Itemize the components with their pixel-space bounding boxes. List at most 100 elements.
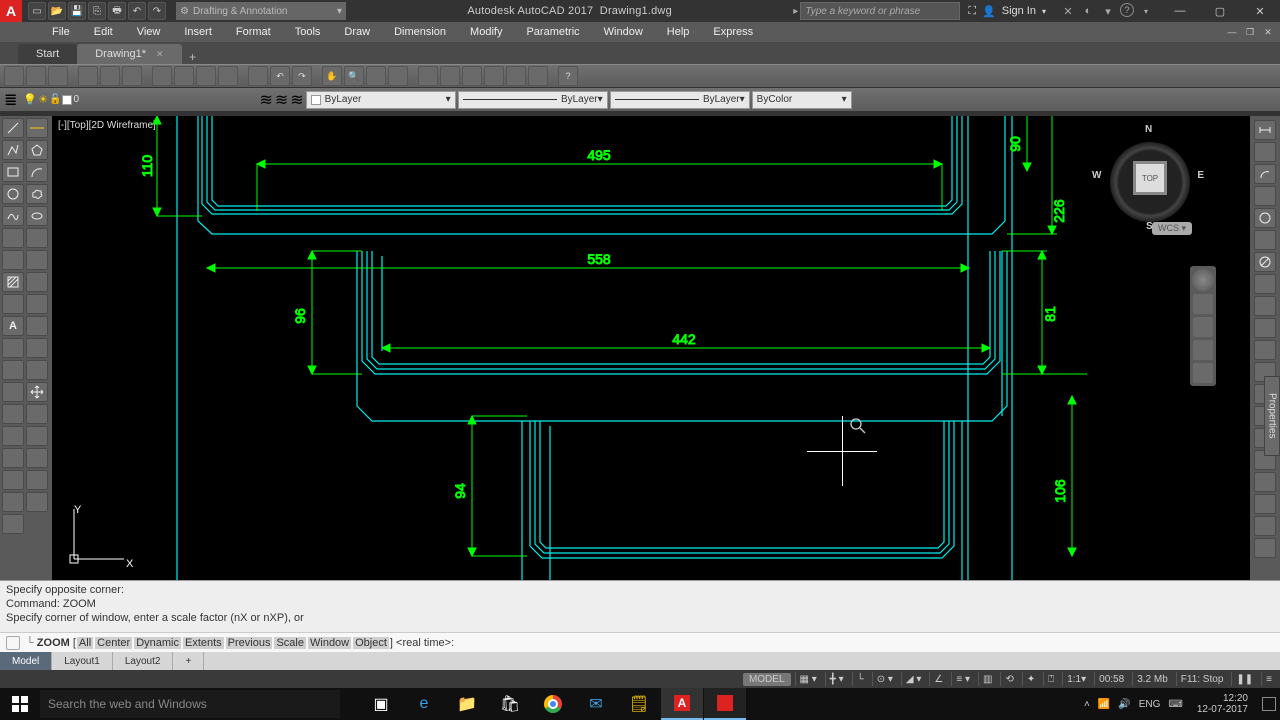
taskbar-search[interactable]: Search the web and Windows — [40, 690, 340, 718]
layer-prev-icon[interactable]: ≋ — [259, 90, 272, 110]
dim-quick-icon[interactable] — [1254, 296, 1276, 316]
tray-lang[interactable]: ENG — [1139, 699, 1161, 710]
mtext-icon[interactable]: A — [2, 316, 24, 336]
wcs-label[interactable]: WCS ▾ — [1152, 222, 1192, 235]
quickcalc-icon[interactable] — [528, 66, 548, 86]
nav-pan-icon[interactable] — [1193, 294, 1213, 314]
layout-layout1[interactable]: Layout1 — [52, 652, 113, 670]
offset-icon[interactable] — [26, 360, 48, 380]
grid-toggle-icon[interactable]: ▦ ▾ — [795, 672, 821, 686]
menu-modify[interactable]: Modify — [458, 22, 514, 42]
help-chevron-icon[interactable]: ▾ — [1138, 3, 1154, 19]
qat-save-icon[interactable]: 💾 — [68, 2, 86, 20]
modelspace-toggle[interactable]: MODEL — [743, 673, 791, 686]
chrome-icon[interactable] — [532, 688, 574, 720]
save-icon[interactable] — [48, 66, 68, 86]
menu-parametric[interactable]: Parametric — [514, 22, 591, 42]
arc-icon[interactable] — [26, 162, 48, 182]
zoomwin-icon[interactable] — [366, 66, 386, 86]
array-icon[interactable] — [2, 382, 24, 402]
layer-iso-icon[interactable]: ≋ — [290, 90, 303, 110]
tray-chevron-icon[interactable]: ˄ — [1084, 699, 1090, 710]
copy-modify-icon[interactable] — [26, 338, 48, 358]
menu-view[interactable]: View — [125, 22, 173, 42]
help-dropdown-icon[interactable]: ▾ — [1100, 3, 1116, 19]
rectangle-icon[interactable] — [2, 162, 24, 182]
trim-icon[interactable] — [26, 426, 48, 446]
new-icon[interactable] — [4, 66, 24, 86]
zoom-icon[interactable]: 🔍 — [344, 66, 364, 86]
polygon-icon[interactable] — [26, 140, 48, 160]
sheetset-icon[interactable] — [484, 66, 504, 86]
infocenter-chevron-icon[interactable]: ▸ — [793, 6, 798, 17]
layer-state-icon[interactable]: ≋ — [275, 90, 288, 110]
exchange-icon[interactable]: ✕ — [1060, 3, 1076, 19]
mirror-icon[interactable] — [2, 360, 24, 380]
designcenter-icon[interactable] — [440, 66, 460, 86]
drawing-canvas[interactable]: [-][Top][2D Wireframe] — [52, 116, 1250, 580]
properties-palette-tab[interactable]: Properties — [1264, 376, 1280, 456]
xline-icon[interactable] — [26, 118, 48, 138]
menu-dimension[interactable]: Dimension — [382, 22, 458, 42]
matchprop-icon[interactable] — [218, 66, 238, 86]
extra-icon[interactable] — [2, 514, 24, 534]
gradient-icon[interactable] — [26, 272, 48, 292]
layer-lock-icon[interactable]: 🔓 — [49, 94, 61, 105]
recorder-task-icon[interactable] — [704, 688, 746, 720]
revcloud-icon[interactable] — [26, 184, 48, 204]
minimize-button[interactable]: — — [1160, 0, 1200, 22]
publish-icon[interactable] — [122, 66, 142, 86]
help-toolbar-icon[interactable]: ? — [558, 66, 578, 86]
linetype-dropdown[interactable]: ByLayer▾ — [458, 91, 608, 109]
mail-icon[interactable]: ✉ — [575, 688, 617, 720]
addselected-icon[interactable] — [26, 316, 48, 336]
a360-icon[interactable]: ◐ — [1080, 3, 1096, 19]
menu-edit[interactable]: Edit — [82, 22, 125, 42]
app-logo[interactable]: A — [0, 0, 22, 22]
zoomprev-icon[interactable] — [388, 66, 408, 86]
spline-icon[interactable] — [2, 206, 24, 226]
tab-drawing1[interactable]: Drawing1*✕ — [77, 44, 181, 64]
pan-icon[interactable]: ✋ — [322, 66, 342, 86]
insert-icon[interactable] — [26, 228, 48, 248]
tab-close-icon[interactable]: ✕ — [156, 49, 164, 60]
autocad-task-icon[interactable]: A — [661, 688, 703, 720]
ortho-toggle-icon[interactable]: └ — [852, 672, 868, 686]
cycling-toggle-icon[interactable]: ⟲ — [1000, 672, 1017, 686]
plot-icon[interactable] — [78, 66, 98, 86]
start-button[interactable] — [0, 688, 40, 720]
nav-showmotion-icon[interactable] — [1193, 363, 1213, 383]
color-dropdown[interactable]: ByLayer▾ — [306, 91, 456, 109]
dim-angular-icon[interactable] — [1254, 274, 1276, 294]
ellipsearc-icon[interactable] — [2, 228, 24, 248]
circle-icon[interactable] — [2, 184, 24, 204]
extend-icon[interactable] — [2, 448, 24, 468]
edge-icon[interactable]: e — [403, 688, 445, 720]
chamfer-icon[interactable] — [26, 470, 48, 490]
lineweight-dropdown[interactable]: ByLayer▾ — [610, 91, 750, 109]
osnap-toggle-icon[interactable]: ◢ ▾ — [901, 672, 926, 686]
layer-color-swatch[interactable] — [62, 95, 72, 105]
dimtedit-icon[interactable] — [1254, 516, 1276, 536]
steering-wheel-icon[interactable] — [1192, 269, 1214, 291]
scale-label[interactable]: 1:1 ▾ — [1062, 672, 1090, 686]
tray-keyboard-icon[interactable]: ⌨ — [1168, 699, 1182, 710]
menu-format[interactable]: Format — [224, 22, 283, 42]
preview-icon[interactable] — [100, 66, 120, 86]
redo-icon[interactable]: ↷ — [292, 66, 312, 86]
layer-manager-icon[interactable]: ≣ — [4, 90, 17, 110]
table-icon[interactable] — [26, 294, 48, 314]
hatch-icon[interactable] — [2, 272, 24, 292]
menu-file[interactable]: File — [40, 22, 82, 42]
cut-icon[interactable] — [152, 66, 172, 86]
dim-aligned-icon[interactable] — [1254, 142, 1276, 162]
signin-area[interactable]: ⛶ 👤 Sign In ▾ — [960, 5, 1054, 18]
menu-draw[interactable]: Draw — [332, 22, 382, 42]
customize-icon[interactable]: ≡ — [1261, 672, 1276, 686]
close-button[interactable]: ✕ — [1240, 0, 1280, 22]
dimstyle-icon[interactable] — [1254, 538, 1276, 558]
layout-model[interactable]: Model — [0, 652, 52, 670]
layer-on-icon[interactable]: 💡 — [23, 93, 37, 106]
ellipse-icon[interactable] — [26, 206, 48, 226]
notes-icon[interactable]: 🗒 — [618, 688, 660, 720]
